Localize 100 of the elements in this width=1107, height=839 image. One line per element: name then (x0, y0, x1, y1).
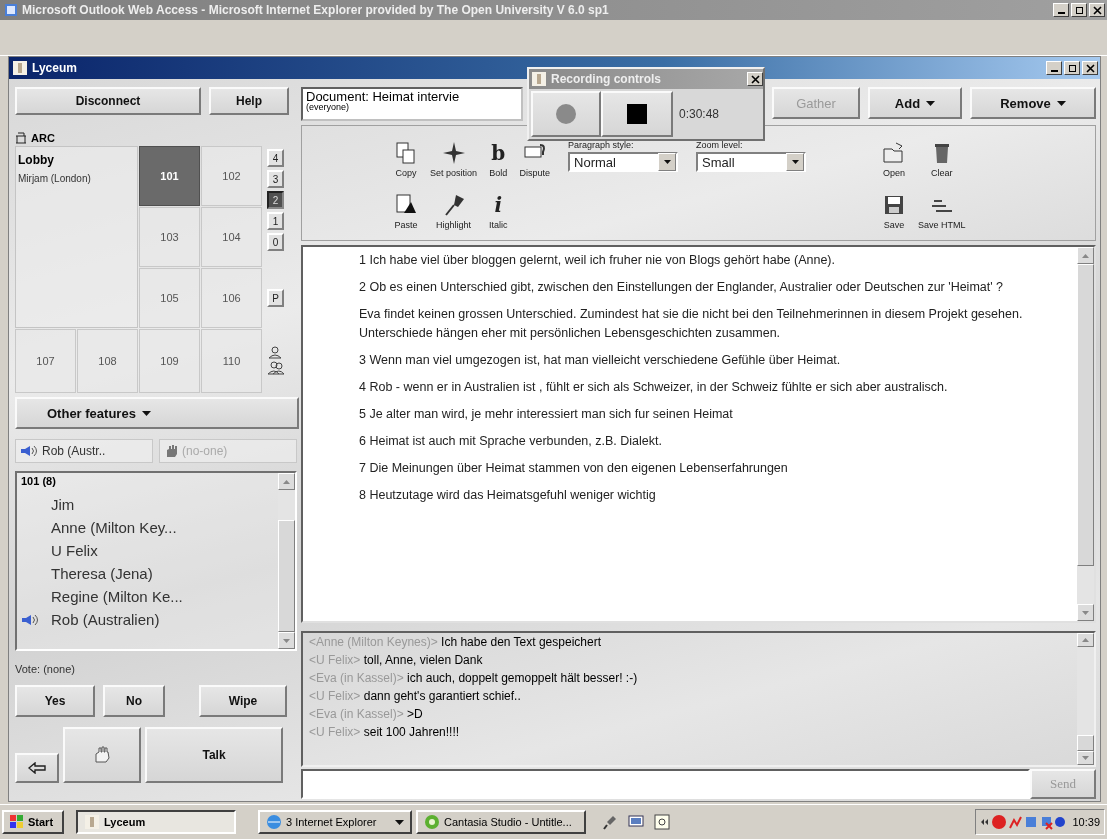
bold-button[interactable]: b Bold (489, 130, 508, 182)
floor-button[interactable]: 2 (267, 191, 284, 209)
dropdown[interactable]: Small (696, 152, 807, 172)
stop-button[interactable] (601, 91, 673, 137)
minimize-button[interactable] (1053, 3, 1069, 17)
record-button[interactable] (531, 91, 601, 137)
floor-button[interactable]: 3 (267, 170, 284, 188)
menu-button[interactable]: Add (868, 87, 962, 119)
scroll-up-button[interactable] (278, 473, 295, 490)
taskbar-button[interactable]: Cantasia Studio - Untitle... (416, 810, 586, 834)
scrollbar[interactable] (278, 473, 295, 649)
scrollbar[interactable] (1077, 247, 1094, 621)
lobby-panel[interactable]: Lobby Mirjam (London) (15, 146, 138, 328)
scroll-up-button[interactable] (1077, 633, 1094, 647)
menu-button[interactable]: Remove (970, 87, 1096, 119)
save-button[interactable]: Save (882, 182, 907, 234)
talk-button[interactable]: Talk (145, 727, 283, 783)
maximize-icon (1074, 5, 1084, 15)
room-tile[interactable]: 103 (139, 207, 200, 267)
document-paragraph: 6 Heimat ist auch mit Sprache verbunden, z.B. Dialekt. (359, 433, 663, 450)
scrollbar[interactable] (1077, 633, 1094, 765)
room-tile[interactable]: 109 (139, 329, 200, 393)
italic-button[interactable]: i Italic (489, 182, 508, 234)
globe-icon (266, 814, 282, 830)
raise-hand-button[interactable] (63, 727, 141, 783)
field-label: Paragraph style: (568, 140, 635, 150)
menu-button[interactable]: Other features (15, 397, 299, 429)
scroll-up-button[interactable] (1077, 247, 1094, 264)
set-position-button[interactable]: Set position (430, 130, 478, 182)
room-tile[interactable]: 106 (201, 268, 262, 328)
taskbar-button[interactable]: 3 Internet Explorer (258, 810, 412, 834)
vote-button[interactable]: No (103, 685, 165, 717)
maximize-button[interactable] (1071, 3, 1087, 17)
room-tile[interactable]: 110 (201, 329, 262, 393)
close-button[interactable] (747, 72, 763, 86)
dropdown[interactable]: Normal (568, 152, 679, 172)
floor-button[interactable]: P (267, 289, 284, 307)
window-title: Recording controls (551, 72, 662, 86)
dispute-button[interactable]: Dispute (519, 130, 551, 182)
floor-button[interactable]: 0 (267, 233, 284, 251)
clock: 10:39 (1072, 816, 1100, 828)
field-label: Zoom level: (696, 140, 744, 150)
save-html-button[interactable]: Save HTML (918, 182, 966, 234)
message-input[interactable] (301, 769, 1030, 799)
copy-button[interactable]: Copy (394, 130, 418, 182)
room-tile[interactable]: 108 (77, 329, 138, 393)
caret-icon (395, 819, 404, 825)
caret-icon (926, 100, 936, 106)
room-tile[interactable]: 102 (201, 146, 262, 206)
browser-icon (4, 3, 18, 17)
app-icon (12, 60, 28, 76)
participant-name[interactable]: Anne (Milton Key... (51, 519, 177, 536)
floor-button[interactable]: 1 (267, 212, 284, 230)
exit-button[interactable] (15, 753, 59, 783)
pages-icon (394, 141, 418, 165)
dropdown-arrow-icon (791, 160, 799, 164)
scrollbar-thumb[interactable] (1077, 735, 1094, 751)
vote-button[interactable]: Wipe (199, 685, 287, 717)
people-icon[interactable] (267, 346, 285, 376)
participant-name[interactable]: Rob (Australien) (51, 611, 160, 628)
up-arrow-icon (283, 479, 290, 484)
room-tile[interactable]: 104 (201, 207, 262, 267)
taskbar-button[interactable]: Lyceum (76, 810, 236, 834)
message-text: dann geht's garantiert schief.. (363, 689, 521, 703)
speaker-name: Rob (Austr.. (42, 444, 106, 458)
room-tile[interactable]: 105 (139, 268, 200, 328)
clear-button[interactable]: Clear (918, 130, 966, 182)
document-paragraph: 2 Ob es einen Unterschied gibt, zwischen den Einstellungen der Englander, Australier oder Deutschen zur 'Heimat' ? (359, 279, 1005, 296)
room-tile[interactable]: 107 (15, 329, 76, 393)
floor-button[interactable]: 4 (267, 149, 284, 167)
close-button[interactable] (1089, 3, 1105, 17)
monitor-icon[interactable] (628, 814, 644, 830)
scrollbar-thumb[interactable] (278, 520, 295, 632)
vote-button[interactable]: Yes (15, 685, 95, 717)
building-label: ARC (31, 132, 55, 144)
down-arrow-icon (1082, 610, 1089, 615)
participant-name[interactable]: Theresa (Jena) (51, 565, 153, 582)
maximize-button[interactable] (1064, 61, 1080, 75)
participant-name[interactable]: U Felix (51, 542, 98, 559)
scroll-down-button[interactable] (1077, 751, 1094, 765)
paste-button[interactable]: Paste (394, 182, 418, 234)
scroll-down-button[interactable] (278, 632, 295, 649)
minimize-button[interactable] (1046, 61, 1062, 75)
room-tile[interactable]: 101 (139, 146, 200, 206)
highlight-button[interactable]: Highlight (430, 182, 478, 234)
vote-status: Vote: (none) (15, 663, 76, 675)
participant-name[interactable]: Regine (Milton Ke... (51, 588, 183, 605)
scrollbar-thumb[interactable] (1077, 264, 1094, 566)
toolbar-button[interactable]: Help (209, 87, 289, 115)
close-button[interactable] (1082, 61, 1098, 75)
list-header: 101 (8) (21, 475, 57, 487)
help-icon[interactable] (654, 814, 670, 830)
toolbar-button[interactable]: Disconnect (15, 87, 201, 115)
message-text: ich auch, doppelt gemoppelt hält besser! :-) (407, 671, 638, 685)
app-icon (531, 71, 547, 87)
scroll-down-button[interactable] (1077, 604, 1094, 621)
message-sender: <Eva (in Kassel)> (309, 707, 404, 721)
start-button[interactable]: Start (2, 810, 64, 834)
open-button[interactable]: Open (882, 130, 907, 182)
participant-name[interactable]: Jim (51, 496, 75, 513)
